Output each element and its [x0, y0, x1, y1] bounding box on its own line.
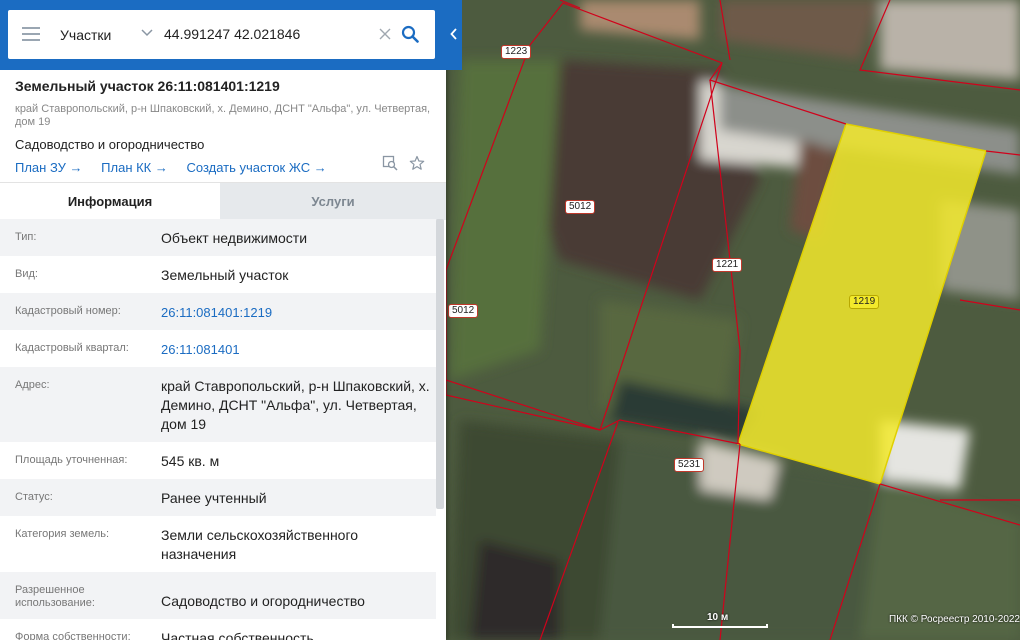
attr-row-cadastral-number: Кадастровый номер: 26:11:081401:1219	[0, 293, 436, 330]
tab-info[interactable]: Информация	[0, 183, 220, 220]
attr-value: 545 кв. м	[161, 453, 220, 469]
parcel-label[interactable]: 1223	[501, 45, 532, 59]
attr-row-ownership: Форма собственности: Частная собственност…	[0, 619, 436, 640]
search-icon[interactable]	[401, 25, 419, 43]
attr-value: Садоводство и огородничество	[161, 593, 365, 609]
chevron-left-icon	[450, 28, 457, 40]
attr-value: Ранее учтенный	[161, 490, 267, 506]
map-search-icon[interactable]	[382, 155, 398, 171]
parcel-label-selected[interactable]: 1219	[849, 295, 880, 309]
chevron-down-icon[interactable]	[140, 25, 154, 39]
attr-value: Частная собственность	[161, 630, 314, 640]
plot-use: Садоводство и огородничество	[15, 137, 205, 152]
cadastral-quarter-link[interactable]: 26:11:081401	[161, 330, 430, 367]
info-panel: Участки Земельный участок 26:11:081401:1…	[0, 0, 446, 640]
scrollbar[interactable]	[436, 219, 444, 509]
search-type-select[interactable]: Участки	[60, 27, 111, 43]
cadastral-number-link[interactable]: 26:11:081401:1219	[161, 293, 430, 330]
tab-services[interactable]: Услуги	[220, 183, 446, 220]
attr-value: край Ставропольский, р-н Шпаковский, х. …	[161, 378, 430, 432]
attr-key: Вид:	[15, 268, 38, 280]
create-plot-link[interactable]: Создать участок ЖС →	[187, 160, 327, 175]
parcel-label[interactable]: 1221	[712, 258, 743, 272]
attr-row-type: Тип: Объект недвижимости	[0, 219, 436, 256]
plot-address: край Ставропольский, р-н Шпаковский, х. …	[15, 103, 431, 128]
scale-bar	[672, 624, 768, 628]
attr-key: Кадастровый номер:	[15, 305, 121, 317]
attr-key: Разрешенное использование:	[15, 584, 95, 609]
copyright: ПКК © Росреестр 2010-2022	[889, 614, 1020, 625]
plot-header: Земельный участок 26:11:081401:1219 край…	[0, 70, 446, 182]
plan-kk-link[interactable]: План КК →	[101, 160, 168, 175]
attr-key: Площадь уточненная:	[15, 454, 128, 466]
attr-key: Адрес:	[15, 379, 50, 391]
parcel-label[interactable]: 5012	[565, 200, 596, 214]
star-icon[interactable]	[409, 155, 425, 171]
attr-row-kind: Вид: Земельный участок	[0, 256, 436, 293]
plot-title: Земельный участок 26:11:081401:1219	[15, 78, 280, 94]
search-input[interactable]	[164, 20, 374, 48]
attr-value: Земельный участок	[161, 267, 289, 283]
parcel-label[interactable]: 5231	[674, 458, 705, 472]
plan-zu-link[interactable]: План ЗУ →	[15, 160, 83, 175]
attr-row-area: Площадь уточненная: 545 кв. м	[0, 442, 436, 479]
attr-key: Тип:	[15, 231, 37, 243]
attr-row-status: Статус: Ранее учтенный	[0, 479, 436, 516]
menu-icon[interactable]	[22, 27, 40, 41]
search-box: Участки	[8, 10, 435, 59]
search-header: Участки	[0, 0, 446, 70]
close-icon[interactable]	[378, 27, 392, 41]
attr-key: Статус:	[15, 491, 53, 503]
attr-key: Кадастровый квартал:	[15, 342, 129, 354]
attr-row-land-category: Категория земель: Земли сельскохозяйствен…	[0, 516, 436, 572]
tabs: Информация Услуги	[0, 182, 446, 220]
attr-value: Объект недвижимости	[161, 230, 308, 246]
attr-value: Земли сельскохозяйственного назначения	[161, 527, 359, 562]
attr-row-permitted-use: Разрешенное использование: Садоводство и …	[0, 572, 436, 619]
plot-links: План ЗУ → План КК → Создать участок ЖС →	[15, 160, 431, 175]
attr-key: Категория земель:	[15, 528, 110, 540]
attr-key: Форма собственности:	[15, 631, 131, 640]
parcel-label[interactable]: 5012	[448, 304, 479, 318]
attr-row-cadastral-quarter: Кадастровый квартал: 26:11:081401	[0, 330, 436, 367]
scale-label: 10 м	[707, 612, 729, 623]
attr-row-address: Адрес: край Ставропольский, р-н Шпаковски…	[0, 367, 436, 442]
collapse-panel-button[interactable]	[446, 0, 462, 70]
attribute-list: Тип: Объект недвижимости Вид: Земельный уч…	[0, 219, 436, 640]
